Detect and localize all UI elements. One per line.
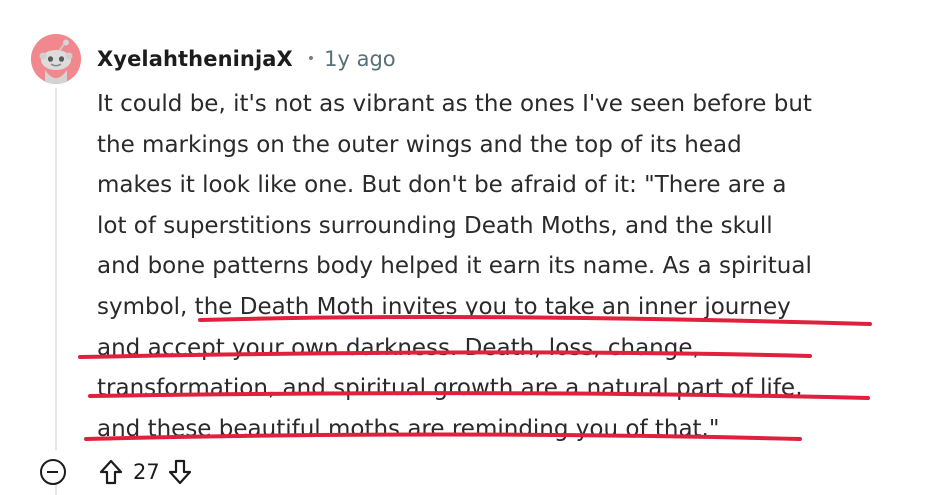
- comment-header: XyelahtheninjaX • 1y ago: [97, 44, 396, 74]
- snoo-avatar-icon: [31, 34, 81, 84]
- thread-line: [55, 88, 57, 450]
- avatar[interactable]: [31, 34, 81, 84]
- upvote-arrow-icon: [99, 459, 123, 485]
- vote-score: 27: [133, 460, 160, 484]
- timestamp[interactable]: 1y ago: [324, 47, 396, 71]
- downvote-arrow-icon: [168, 459, 191, 485]
- collapse-minus-icon[interactable]: [40, 459, 66, 485]
- comment-line: It could be, it's not as vibrant as the …: [97, 91, 812, 117]
- vote-controls: 27: [97, 457, 194, 487]
- downvote-button[interactable]: [166, 457, 194, 487]
- upvote-button[interactable]: [97, 457, 125, 487]
- comment-line: and accept your own darkness. Death, los…: [97, 334, 700, 361]
- username[interactable]: XyelahtheninjaX: [97, 47, 293, 71]
- comment-line: makes it look like one. But don't be afr…: [97, 172, 787, 199]
- comment-body: It could be, it's not as vibrant as the …: [97, 84, 917, 449]
- comment-line: and these beautiful moths are reminding …: [97, 415, 720, 442]
- comment-actions: 27: [40, 455, 194, 489]
- comment-line: symbol, the Death Moth invites you to ta…: [97, 293, 791, 320]
- comment-line: the markings on the outer wings and the …: [97, 131, 742, 158]
- comment-line: and bone patterns body helped it earn it…: [97, 253, 812, 280]
- comment-line: lot of superstitions surrounding Death M…: [97, 212, 773, 239]
- comment-line: transformation, and spiritual growth are…: [97, 375, 803, 402]
- meta-separator: •: [306, 51, 316, 67]
